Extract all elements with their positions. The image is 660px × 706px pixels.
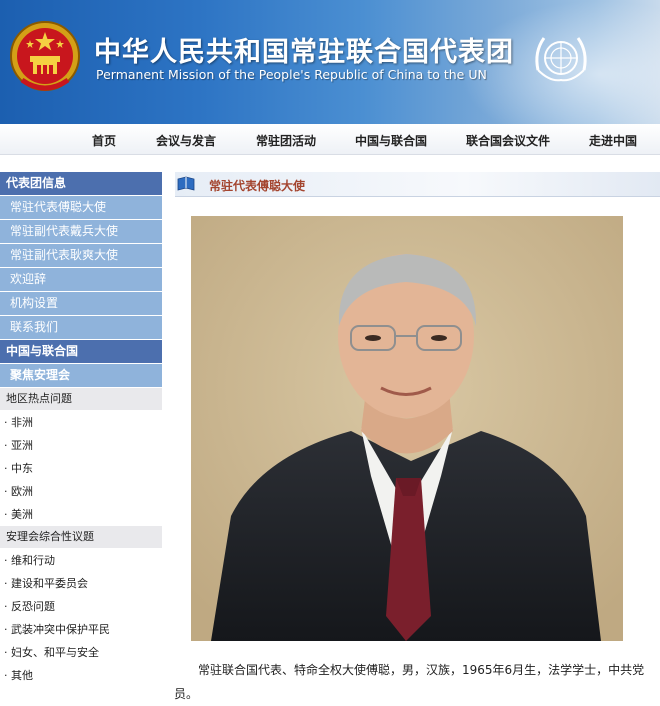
nav-china-and-un[interactable]: 中国与联合国 [355, 132, 427, 149]
nav-un-documents[interactable]: 联合国会议文件 [466, 132, 550, 149]
nav-home[interactable]: 首页 [92, 132, 116, 149]
nav-meetings-speeches[interactable]: 会议与发言 [156, 132, 216, 149]
sidebar: 代表团信息 常驻代表傅聪大使 常驻副代表戴兵大使 常驻副代表耿爽大使 欢迎辞 机… [0, 172, 162, 687]
biography-text: 常驻联合国代表、特命全权大使傅聪，男，汉族，1965年6月生，法学学士，中共党员… [174, 663, 645, 701]
sidebar-subheader-thematic[interactable]: 安理会综合性议题 [0, 526, 162, 548]
sidebar-item-africa[interactable]: · 非洲 [0, 411, 162, 434]
main-nav: 首页 会议与发言 常驻团活动 中国与联合国 联合国会议文件 走进中国 [0, 124, 660, 155]
sidebar-subheader-regional[interactable]: 地区热点问题 [0, 388, 162, 410]
sidebar-item-counterterrorism[interactable]: · 反恐问题 [0, 595, 162, 618]
sidebar-item-ambassador-fu[interactable]: 常驻代表傅聪大使 [0, 196, 162, 219]
sidebar-section-china-un[interactable]: 中国与联合国 [0, 340, 162, 363]
sidebar-item-europe[interactable]: · 欧洲 [0, 480, 162, 503]
sidebar-item-asia[interactable]: · 亚洲 [0, 434, 162, 457]
sidebar-section-mission-info[interactable]: 代表团信息 [0, 172, 162, 195]
content-title-bar: 常驻代表傅聪大使 [175, 172, 660, 197]
page-title: 常驻代表傅聪大使 [209, 179, 306, 193]
sidebar-item-contact[interactable]: 联系我们 [0, 316, 162, 339]
nav-about-china[interactable]: 走进中国 [589, 132, 637, 149]
ambassador-portrait [191, 216, 623, 641]
sidebar-item-welcome[interactable]: 欢迎辞 [0, 268, 162, 291]
site-title: 中华人民共和国常驻联合国代表团 [94, 37, 514, 68]
sidebar-item-security-council[interactable]: 聚焦安理会 [0, 364, 162, 387]
sidebar-item-structure[interactable]: 机构设置 [0, 292, 162, 315]
site-subtitle: Permanent Mission of the People's Republ… [96, 67, 487, 82]
sidebar-item-middle-east[interactable]: · 中东 [0, 457, 162, 480]
sidebar-item-other[interactable]: · 其他 [0, 664, 162, 687]
sidebar-item-peacekeeping[interactable]: · 维和行动 [0, 549, 162, 572]
sidebar-item-peacebuilding[interactable]: · 建设和平委员会 [0, 572, 162, 595]
portrait-illustration [191, 216, 623, 641]
sidebar-item-deputy-dai[interactable]: 常驻副代表戴兵大使 [0, 220, 162, 243]
sidebar-item-deputy-geng[interactable]: 常驻副代表耿爽大使 [0, 244, 162, 267]
un-emblem-icon [535, 37, 587, 82]
sidebar-item-women-peace-security[interactable]: · 妇女、和平与安全 [0, 641, 162, 664]
header-banner: 中华人民共和国常驻联合国代表团 Permanent Mission of the… [0, 0, 660, 124]
national-emblem-icon [10, 21, 80, 91]
sidebar-item-americas[interactable]: · 美洲 [0, 503, 162, 526]
book-icon [177, 176, 195, 191]
nav-mission-activities[interactable]: 常驻团活动 [256, 132, 316, 149]
sidebar-item-protection-civilians[interactable]: · 武装冲突中保护平民 [0, 618, 162, 641]
